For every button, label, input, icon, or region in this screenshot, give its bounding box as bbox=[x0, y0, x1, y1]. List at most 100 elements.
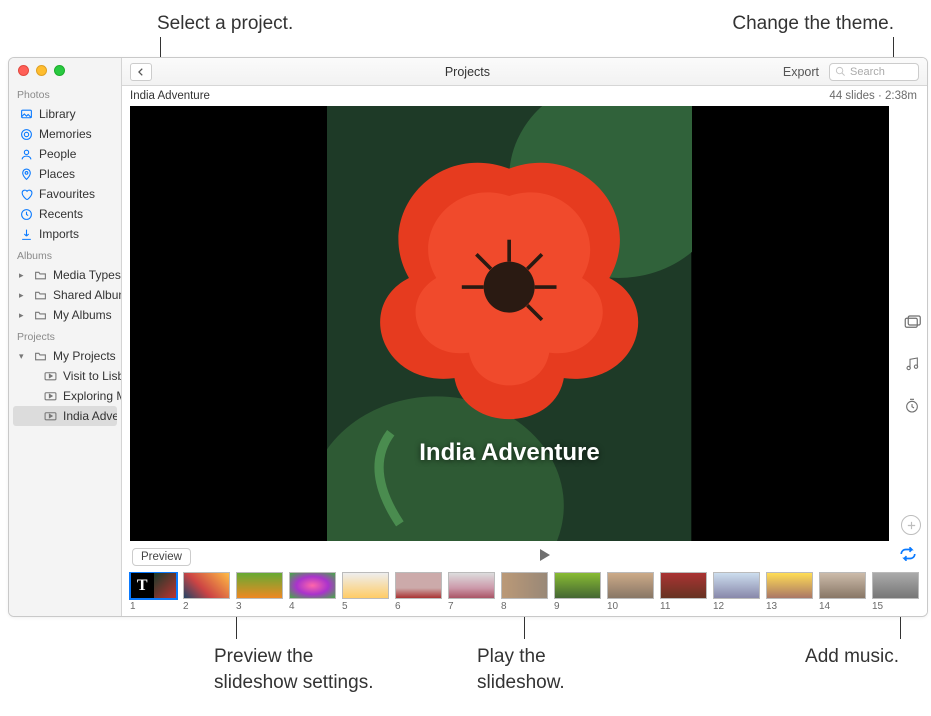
chevron-right-icon: ▸ bbox=[19, 290, 27, 301]
thumb-number: 5 bbox=[342, 601, 389, 612]
sidebar-item-media-types[interactable]: ▸ Media Types bbox=[9, 265, 121, 285]
thumb-number: 15 bbox=[872, 601, 919, 612]
callout-play-slideshow: Play the slideshow. bbox=[477, 644, 565, 695]
duration-button[interactable] bbox=[901, 396, 923, 416]
thumb-number: 12 bbox=[713, 601, 760, 612]
thumb-3[interactable]: 3 bbox=[236, 572, 283, 612]
theme-button[interactable] bbox=[901, 312, 923, 332]
sidebar-item-label: Library bbox=[39, 107, 76, 121]
thumb-9[interactable]: 9 bbox=[554, 572, 601, 612]
thumb-8[interactable]: 8 bbox=[501, 572, 548, 612]
sidebar-item-label: My Albums bbox=[53, 308, 112, 322]
folder-icon bbox=[33, 288, 47, 302]
folder-icon bbox=[33, 308, 47, 322]
music-icon bbox=[904, 356, 920, 372]
thumb-6[interactable]: 6 bbox=[395, 572, 442, 612]
sidebar-item-my-albums[interactable]: ▸ My Albums bbox=[9, 305, 121, 325]
thumb-7[interactable]: 7 bbox=[448, 572, 495, 612]
sidebar-item-recents[interactable]: Recents bbox=[9, 204, 121, 224]
thumb-number: 4 bbox=[289, 601, 336, 612]
thumb-number: 6 bbox=[395, 601, 442, 612]
sidebar-item-label: Exploring Mor… bbox=[63, 389, 121, 403]
thumb-10[interactable]: 10 bbox=[607, 572, 654, 612]
download-icon bbox=[19, 227, 33, 241]
sidebar-item-label: Recents bbox=[39, 207, 83, 221]
thumb-1[interactable]: T 1 bbox=[130, 572, 177, 612]
thumbnail-strip[interactable]: T 1 2 3 4 5 6 7 8 9 10 11 12 13 14 15 bbox=[122, 572, 927, 616]
sidebar-project-lisbon[interactable]: Visit to Lisbon bbox=[9, 366, 121, 386]
sidebar-project-india[interactable]: India Adventure bbox=[13, 406, 117, 426]
sidebar-item-my-projects[interactable]: ▾ My Projects bbox=[9, 346, 121, 366]
sidebar-item-places[interactable]: Places bbox=[9, 164, 121, 184]
fullscreen-window-button[interactable] bbox=[54, 65, 65, 76]
slideshow-preview: India Adventure bbox=[122, 102, 897, 541]
sidebar-item-people[interactable]: People bbox=[9, 144, 121, 164]
thumb-number: 1 bbox=[130, 601, 177, 612]
preview-caption: India Adventure bbox=[130, 439, 889, 467]
project-info: 44 slides · 2:38m bbox=[829, 90, 917, 102]
play-button[interactable] bbox=[191, 548, 899, 566]
callout-add-music: Add music. bbox=[805, 644, 899, 670]
search-placeholder: Search bbox=[850, 66, 885, 78]
photos-app-window: Photos Library Memories People Places Fa… bbox=[8, 57, 928, 617]
content-row: India Adventure bbox=[122, 102, 927, 541]
chevron-right-icon: ▸ bbox=[19, 310, 27, 321]
thumb-15[interactable]: 15 bbox=[872, 572, 919, 612]
slideshow-icon bbox=[43, 409, 57, 423]
thumb-number: 11 bbox=[660, 601, 707, 612]
folder-icon bbox=[33, 349, 47, 363]
thumb-number: 13 bbox=[766, 601, 813, 612]
thumb-4[interactable]: 4 bbox=[289, 572, 336, 612]
slideshow-icon bbox=[43, 389, 57, 403]
theme-icon bbox=[903, 314, 921, 330]
thumb-number: 10 bbox=[607, 601, 654, 612]
thumb-12[interactable]: 12 bbox=[713, 572, 760, 612]
loop-button[interactable] bbox=[899, 547, 917, 566]
sidebar-item-label: Favourites bbox=[39, 187, 95, 201]
clock-icon bbox=[19, 207, 33, 221]
thumb-number: 7 bbox=[448, 601, 495, 612]
toolbar-title: Projects bbox=[152, 65, 783, 79]
sidebar-section-albums: Albums bbox=[9, 244, 121, 265]
heart-icon bbox=[19, 187, 33, 201]
sidebar-item-label: India Adventure bbox=[63, 409, 117, 423]
timer-icon bbox=[904, 398, 920, 414]
preview-button[interactable]: Preview bbox=[132, 548, 191, 566]
thumb-number: 3 bbox=[236, 601, 283, 612]
thumb-5[interactable]: 5 bbox=[342, 572, 389, 612]
thumb-2[interactable]: 2 bbox=[183, 572, 230, 612]
thumb-14[interactable]: 14 bbox=[819, 572, 866, 612]
export-button[interactable]: Export bbox=[783, 65, 819, 79]
slideshow-icon bbox=[43, 369, 57, 383]
thumb-number: 2 bbox=[183, 601, 230, 612]
memories-icon bbox=[19, 127, 33, 141]
sidebar-item-library[interactable]: Library bbox=[9, 104, 121, 124]
callout-preview-settings: Preview the slideshow settings. bbox=[214, 644, 373, 695]
preview-image bbox=[327, 106, 691, 541]
thumb-number: 14 bbox=[819, 601, 866, 612]
sidebar-item-shared-albums[interactable]: ▸ Shared Albums bbox=[9, 285, 121, 305]
music-button[interactable] bbox=[901, 354, 923, 374]
thumb-number: 9 bbox=[554, 601, 601, 612]
close-window-button[interactable] bbox=[18, 65, 29, 76]
sidebar-project-morocco[interactable]: Exploring Mor… bbox=[9, 386, 121, 406]
minimize-window-button[interactable] bbox=[36, 65, 47, 76]
main-content: Projects Export Search India Adventure 4… bbox=[122, 58, 927, 616]
thumb-number: 8 bbox=[501, 601, 548, 612]
search-field[interactable]: Search bbox=[829, 63, 919, 81]
sidebar-item-imports[interactable]: Imports bbox=[9, 224, 121, 244]
thumb-11[interactable]: 11 bbox=[660, 572, 707, 612]
sidebar-item-label: Visit to Lisbon bbox=[63, 369, 121, 383]
loop-icon bbox=[899, 547, 917, 561]
search-icon bbox=[835, 66, 846, 77]
sidebar-item-favourites[interactable]: Favourites bbox=[9, 184, 121, 204]
play-icon bbox=[540, 549, 550, 561]
window-controls bbox=[9, 58, 121, 83]
thumb-13[interactable]: 13 bbox=[766, 572, 813, 612]
sidebar-item-memories[interactable]: Memories bbox=[9, 124, 121, 144]
add-photos-button[interactable] bbox=[901, 515, 921, 535]
right-tool-strip bbox=[897, 102, 927, 541]
sidebar: Photos Library Memories People Places Fa… bbox=[9, 58, 122, 616]
back-button[interactable] bbox=[130, 63, 152, 81]
toolbar: Projects Export Search bbox=[122, 58, 927, 86]
